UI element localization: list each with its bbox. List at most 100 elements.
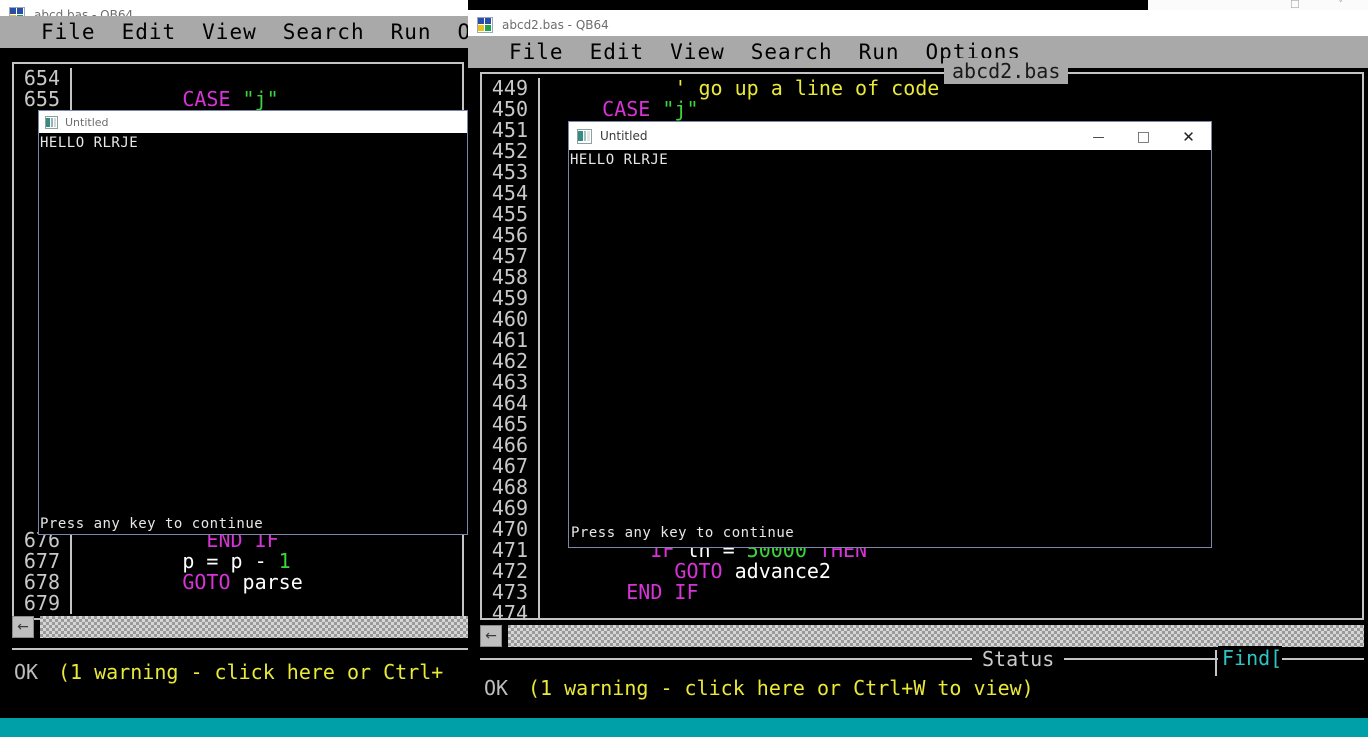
line-number: 460	[491, 307, 528, 331]
line-number: 457	[491, 244, 528, 268]
gutter-divider	[538, 498, 540, 519]
gutter-divider	[538, 99, 540, 120]
gutter-divider	[538, 330, 540, 351]
gutter-divider	[538, 561, 540, 582]
gutter-divider	[538, 309, 540, 330]
right-menubar: File Edit View Search Run Options	[468, 36, 1368, 68]
line-number: 471	[491, 538, 528, 562]
line-number: 462	[491, 349, 528, 373]
left-scroll-track[interactable]	[40, 616, 468, 638]
code-line[interactable]: 450 CASE "j"	[480, 99, 1364, 120]
gutter-divider	[538, 225, 540, 246]
code-line[interactable]: 655 CASE "j"	[12, 89, 464, 110]
menu-options[interactable]: Op	[445, 17, 468, 47]
gutter-divider	[70, 68, 72, 89]
menu-edit[interactable]: Edit	[109, 17, 190, 47]
code-line[interactable]: 473 END IF	[480, 582, 1364, 603]
code-text: CASE "j"	[602, 97, 699, 121]
left-console-body: HELLO RLRJE	[39, 133, 467, 534]
code-text: GOTO advance2	[674, 559, 831, 583]
right-window-title: abcd2.bas - QB64	[502, 17, 609, 32]
right-status-warning[interactable]: (1 warning - click here or Ctrl+W to vie…	[528, 676, 1034, 700]
right-console-titlebar[interactable]: Untitled — □ ✕	[569, 122, 1211, 150]
right-scroll-track[interactable]	[508, 625, 1364, 647]
scroll-left-arrow-icon[interactable]: ←	[12, 616, 34, 638]
line-number: 678	[23, 570, 60, 594]
gutter-divider	[538, 477, 540, 498]
left-console-footer: Press any key to continue	[40, 516, 264, 532]
code-text: ' go up a line of code	[674, 76, 940, 100]
gutter-divider	[70, 551, 72, 572]
menu-search[interactable]: Search	[270, 17, 378, 47]
right-editor-file-tab[interactable]: abcd2.bas	[944, 58, 1069, 84]
menu-search[interactable]: Search	[738, 37, 846, 67]
gutter-divider	[538, 540, 540, 561]
console-window-left[interactable]: Untitled HELLO RLRJE Press any key to co…	[38, 110, 468, 535]
gutter-divider	[538, 288, 540, 309]
minimize-icon[interactable]: —	[1076, 122, 1121, 152]
code-line[interactable]: 474	[480, 603, 1364, 620]
maximize-icon[interactable]: □	[1121, 122, 1166, 152]
menu-edit[interactable]: Edit	[577, 37, 658, 67]
code-line[interactable]: 678 GOTO parse	[12, 572, 464, 593]
gutter-divider	[538, 603, 540, 620]
line-number: 473	[491, 580, 528, 604]
code-text: p = p - 1	[86, 549, 291, 573]
line-number: 470	[491, 517, 528, 541]
gutter-divider	[538, 351, 540, 372]
code-line[interactable]: 677 p = p - 1	[12, 551, 464, 572]
right-console-output: HELLO RLRJE	[570, 152, 669, 168]
line-number: 677	[23, 549, 60, 573]
right-hscrollbar[interactable]: ←	[480, 625, 1364, 647]
right-taskbar	[468, 718, 1368, 737]
gutter-divider	[538, 246, 540, 267]
find-section-label[interactable]: Find[	[1218, 646, 1283, 670]
menu-view[interactable]: View	[657, 37, 738, 67]
code-line[interactable]: 654	[12, 68, 464, 89]
menu-run[interactable]: Run	[846, 37, 913, 67]
right-console-body: HELLO RLRJE	[569, 150, 1211, 547]
line-number: 469	[491, 496, 528, 520]
line-number: 464	[491, 391, 528, 415]
code-line[interactable]: 449 ' go up a line of code	[480, 78, 1364, 99]
left-console-titlebar[interactable]: Untitled	[39, 111, 467, 133]
line-number: 451	[491, 118, 528, 142]
right-console-footer: Press any key to continue	[571, 525, 795, 541]
gutter-divider	[538, 141, 540, 162]
line-number: 455	[491, 202, 528, 226]
console-window-right[interactable]: Untitled — □ ✕ HELLO RLRJE Press any key…	[568, 121, 1212, 548]
gutter-divider	[70, 89, 72, 110]
desktop: abcd.bas - QB64 File Edit View Search Ru…	[0, 0, 1368, 737]
line-number: 449	[491, 76, 528, 100]
gutter-divider	[538, 519, 540, 540]
line-number: 654	[23, 66, 60, 90]
left-console-output: HELLO RLRJE	[40, 135, 139, 151]
scroll-left-arrow-icon[interactable]: ←	[480, 625, 502, 647]
status-section-label: Status	[972, 647, 1065, 671]
line-number: 450	[491, 97, 528, 121]
gutter-divider	[538, 456, 540, 477]
console-app-icon	[577, 128, 592, 144]
menu-file[interactable]: File	[496, 37, 577, 67]
line-number: 466	[491, 433, 528, 457]
line-number: 453	[491, 160, 528, 184]
close-icon[interactable]: ✕	[1166, 122, 1211, 152]
code-text: CASE "j"	[182, 87, 279, 111]
line-number: 467	[491, 454, 528, 478]
line-number: 452	[491, 139, 528, 163]
code-line[interactable]: 679	[12, 593, 464, 614]
line-number: 679	[23, 591, 60, 615]
left-status-warning[interactable]: (1 warning - click here or Ctrl+	[58, 660, 443, 684]
code-line[interactable]: 472 GOTO advance2	[480, 561, 1364, 582]
menu-view[interactable]: View	[189, 17, 270, 47]
status-find-divider	[1215, 650, 1217, 676]
gutter-divider	[538, 204, 540, 225]
gutter-divider	[538, 78, 540, 99]
line-number: 456	[491, 223, 528, 247]
qb64-logo-icon	[477, 16, 493, 33]
left-hscrollbar[interactable]: ←	[12, 616, 468, 638]
gutter-divider	[70, 593, 72, 614]
menu-file[interactable]: File	[28, 17, 109, 47]
line-number: 459	[491, 286, 528, 310]
menu-run[interactable]: Run	[378, 17, 445, 47]
